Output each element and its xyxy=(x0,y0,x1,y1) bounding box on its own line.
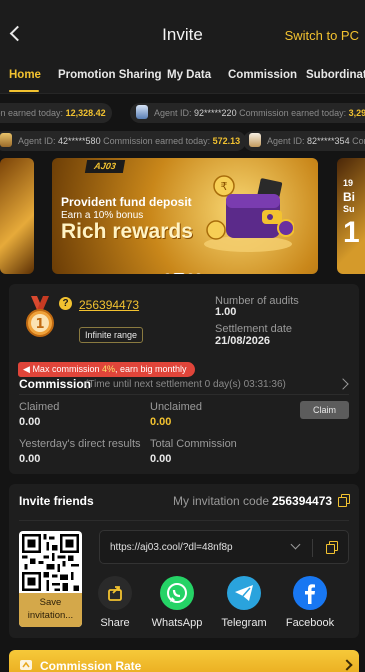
share-button[interactable]: Share xyxy=(85,576,145,629)
facebook-icon xyxy=(293,576,327,610)
yesterday-results-label: Yesterday's direct results xyxy=(19,438,141,450)
active-tab-indicator xyxy=(9,90,39,92)
invitation-code-label: My invitation code xyxy=(173,494,270,508)
claimed-label: Claimed xyxy=(19,401,60,413)
carousel-dots xyxy=(165,265,204,274)
invitation-link-text: https://aj03.cool/?dl=48nf8p xyxy=(110,542,233,553)
tab-bar: Home Promotion Sharing My Data Commissio… xyxy=(0,58,365,94)
banner-previous[interactable] xyxy=(0,158,34,274)
invitation-link-field[interactable]: https://aj03.cool/?dl=48nf8p xyxy=(99,530,349,564)
invite-friends-title: Invite friends xyxy=(19,494,94,508)
divider xyxy=(19,520,349,521)
ticker-item: Agent ID: 92*****220 Commission earned t… xyxy=(130,103,365,123)
claim-button[interactable]: Claim xyxy=(300,401,349,419)
range-badge: Infinite range xyxy=(79,327,144,343)
settlement-date-label: Settlement date xyxy=(215,323,293,335)
telegram-label: Telegram xyxy=(221,617,267,629)
total-commission-label: Total Commission xyxy=(150,438,237,450)
qr-code-icon xyxy=(22,534,79,591)
telegram-icon xyxy=(227,576,261,610)
commission-rate-icon xyxy=(20,660,32,670)
banner-headline: Provident fund deposit xyxy=(61,195,192,209)
whatsapp-label: WhatsApp xyxy=(151,617,203,629)
copy-code-icon[interactable] xyxy=(338,494,350,507)
telegram-share-button[interactable]: Telegram xyxy=(214,576,274,629)
yesterday-results-value: 0.00 xyxy=(19,453,41,465)
share-label: Share xyxy=(100,617,130,629)
tab-subordinate[interactable]: Subordinate xyxy=(306,69,365,81)
divider xyxy=(19,394,349,395)
invite-friends-card: Invite friends My invitation code 256394… xyxy=(9,484,359,638)
tab-my-data[interactable]: My Data xyxy=(167,69,211,81)
commission-rate-label: Commission Rate xyxy=(40,659,142,672)
invitation-code-value: 256394473 xyxy=(272,494,333,508)
copy-link-icon[interactable] xyxy=(326,541,338,554)
chevron-down-icon[interactable] xyxy=(290,539,301,550)
rank-medal-icon: 1 xyxy=(26,296,54,337)
commission-title: Commission xyxy=(19,377,92,391)
tab-commission[interactable]: Commission xyxy=(228,69,297,81)
tab-promotion-sharing[interactable]: Promotion Sharing xyxy=(58,69,162,81)
switch-to-pc-link[interactable]: Switch to PC xyxy=(285,28,359,43)
unclaimed-label: Unclaimed xyxy=(150,401,202,413)
svg-text:₹: ₹ xyxy=(221,180,228,193)
facebook-label: Facebook xyxy=(285,617,335,629)
earnings-ticker-row-2: Agent ID: 42*****580 Commission earned t… xyxy=(0,131,365,153)
settlement-date-value: 21/08/2026 xyxy=(215,335,271,347)
banner-next[interactable]: 19 Bi Su 1 xyxy=(337,158,365,274)
earnings-ticker-row-1: Commission earned today: 12,328.42 Agent… xyxy=(0,103,365,125)
ticker-item: Agent ID: 42*****580 Commission earned t… xyxy=(0,131,247,151)
ticker-item: Agent ID: 82*****354 Comm xyxy=(243,131,365,151)
qr-code-panel: Save invitation... xyxy=(19,531,82,627)
tab-home[interactable]: Home xyxy=(9,69,41,81)
banner-provident-fund[interactable]: AJ03 Provident fund deposit Earn a 10% b… xyxy=(52,158,318,274)
chevron-right-icon[interactable] xyxy=(337,378,349,390)
audits-value: 1.00 xyxy=(215,306,237,318)
next-settlement-countdown: (Time until next settlement 0 day(s) 03:… xyxy=(85,379,286,390)
help-icon[interactable]: ? xyxy=(59,297,72,310)
whatsapp-share-button[interactable]: WhatsApp xyxy=(147,576,207,629)
unclaimed-value: 0.00 xyxy=(150,416,172,428)
agent-avatar-icon xyxy=(0,133,12,147)
claimed-value: 0.00 xyxy=(19,416,41,428)
chevron-right-icon xyxy=(341,659,353,671)
share-icon xyxy=(98,576,132,610)
top-bar: Invite Switch to PC xyxy=(0,0,365,58)
save-invitation-button[interactable]: Save invitation... xyxy=(19,593,82,627)
agent-id-link[interactable]: 256394473 xyxy=(79,298,139,312)
wallet-illustration-icon: ₹ xyxy=(204,175,294,252)
facebook-share-button[interactable]: Facebook xyxy=(280,576,340,629)
agent-avatar-icon xyxy=(136,105,148,119)
brand-logo: AJ03 xyxy=(84,160,126,173)
megaphone-icon: ◀ xyxy=(23,364,30,374)
total-commission-value: 0.00 xyxy=(150,453,172,465)
whatsapp-icon xyxy=(160,576,194,610)
agent-commission-card: 1 ? 256394473 Infinite range Number of a… xyxy=(9,284,359,474)
divider xyxy=(312,539,313,557)
commission-rate-row[interactable]: Commission Rate xyxy=(9,650,359,672)
agent-avatar-icon xyxy=(249,133,261,147)
max-commission-badge: ◀ Max commission 4%, earn big monthly xyxy=(18,362,195,377)
banner-title: Rich rewards xyxy=(61,220,193,243)
ticker-item: Commission earned today: 12,328.42 xyxy=(0,103,112,123)
svg-text:1: 1 xyxy=(35,317,44,332)
